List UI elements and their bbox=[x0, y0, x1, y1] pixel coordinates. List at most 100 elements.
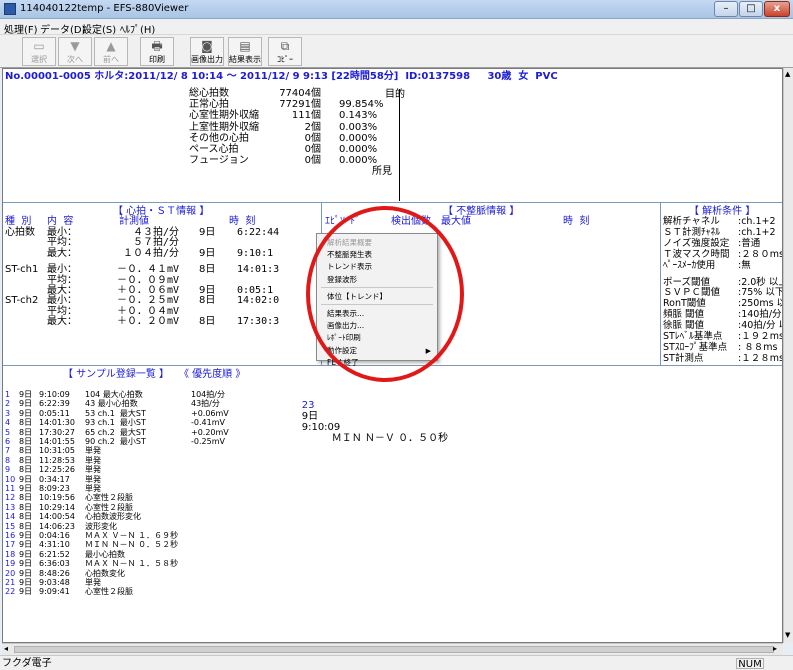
heart-st-value: ＋０．０４mV bbox=[116, 305, 179, 317]
select-button[interactable]: ▭ 選択 bbox=[22, 37, 56, 66]
purpose-label: 目的 bbox=[385, 89, 405, 100]
sample-d: 9日 bbox=[19, 578, 33, 587]
sample-d: 9日 bbox=[19, 474, 33, 484]
scroll-left-icon[interactable]: ◂ bbox=[4, 644, 8, 653]
print-button[interactable]: 🖶 印刷 bbox=[140, 37, 174, 66]
analysis-label: Ｔ波マスク時間 bbox=[663, 248, 730, 260]
sample-desc: 波形変化 bbox=[85, 521, 117, 531]
sample-d: 8日 bbox=[19, 465, 33, 475]
summary-count: 0個 bbox=[304, 132, 321, 144]
heart-st-kind: ST-ch2 bbox=[5, 295, 39, 307]
sample-d: 9日 bbox=[19, 484, 33, 493]
summary-label: 上室性期外収縮 bbox=[189, 121, 259, 133]
sample-t: 9:10:09 bbox=[39, 390, 70, 399]
analysis-label: ＳＶＰＣ閾値 bbox=[663, 287, 721, 299]
close-button[interactable]: x bbox=[764, 1, 790, 17]
sample-t: 0:05:11 bbox=[39, 408, 70, 418]
sample-desc: 最小心拍数 bbox=[85, 549, 125, 559]
scroll-up-icon[interactable]: ▲ bbox=[785, 70, 790, 78]
sample-desc: 104 最大心拍数 bbox=[85, 390, 143, 399]
sample-desc: 心室性２段脈 bbox=[85, 587, 133, 597]
sample-t: 14:06:23 bbox=[39, 521, 75, 531]
scroll-down-icon[interactable]: ▼ bbox=[785, 631, 790, 639]
heart-st-head-time: 時 刻 bbox=[229, 216, 256, 227]
heart-st-value: －０．２５mV bbox=[116, 295, 179, 307]
sample-n: 1 bbox=[5, 390, 11, 399]
minimize-button[interactable]: – bbox=[714, 1, 738, 17]
sample-n: 12 bbox=[5, 493, 16, 503]
summary-count: 111個 bbox=[291, 110, 321, 122]
sample-t: 8:48:26 bbox=[39, 568, 70, 578]
sample-t: 14:01:55 bbox=[39, 437, 75, 446]
analysis-value: :2.0秒 以上 bbox=[738, 276, 783, 288]
prev-button[interactable]: ▲ 前へ bbox=[94, 37, 128, 66]
menu-file[interactable]: 処理(F) bbox=[4, 21, 38, 36]
sample-n: 3 bbox=[5, 408, 11, 418]
sample-d: 9日 bbox=[19, 559, 33, 569]
sample-t: 9:09:41 bbox=[39, 587, 70, 597]
vertical-scrollbar[interactable]: ▲ ▼ bbox=[783, 68, 793, 643]
scroll-right-icon[interactable]: ▸ bbox=[773, 644, 777, 653]
horizontal-scrollbar[interactable]: ◂ ▸ bbox=[2, 643, 783, 655]
heart-st-head-content: 内 容 bbox=[47, 216, 74, 227]
sample-desc: 単発 bbox=[85, 455, 101, 465]
sample-t: 12:25:26 bbox=[39, 465, 75, 475]
heart-st-day: 8日 bbox=[199, 264, 216, 276]
column-divider-2 bbox=[660, 202, 661, 365]
sample-d: 8日 bbox=[19, 521, 33, 531]
sample-t: 8:09:23 bbox=[39, 484, 70, 493]
sample-d: 9日 bbox=[19, 587, 33, 597]
sample-t: 14:01:30 bbox=[39, 418, 75, 428]
heart-st-time: 0:05:1 bbox=[237, 285, 274, 296]
analysis-value: : ８８ms bbox=[738, 341, 778, 353]
summary-label: その他の心拍 bbox=[189, 132, 249, 144]
copy-button[interactable]: ⧉ ｺﾋﾟｰ bbox=[268, 37, 302, 66]
summary-count: 77404個 bbox=[279, 88, 321, 99]
analysis-value: :75% 以下 bbox=[738, 287, 783, 299]
heart-st-value: －０．４１mV bbox=[116, 264, 179, 276]
sample-n: 22 bbox=[5, 587, 16, 597]
summary-count: 0個 bbox=[304, 155, 321, 167]
sample-right-entry[interactable]: 23 9日 9:10:09 ＭＩＮ Ｎ－Ｖ ０．５０秒 bbox=[289, 389, 448, 455]
sample-t: 10:19:56 bbox=[39, 493, 75, 503]
sample-val: -0.41mV bbox=[191, 418, 225, 428]
heart-st-day: 8日 bbox=[199, 316, 216, 328]
sample-desc: 心室性２段脈 bbox=[85, 493, 133, 503]
next-button[interactable]: ▼ 次へ bbox=[58, 37, 92, 66]
image-output-button[interactable]: ◙ 画像出力 bbox=[190, 37, 224, 66]
heart-st-value: ＋０．２０mV bbox=[116, 316, 179, 328]
sample-desc: 単発 bbox=[85, 484, 101, 493]
title-bar: 114040122temp - EFS-880Viewer – □ x bbox=[0, 0, 793, 19]
horizontal-scroll-thumb[interactable] bbox=[14, 646, 774, 653]
sample-n: 8 bbox=[5, 455, 11, 465]
sample-desc: ＭＡＸ Ｖ－Ｎ １．６９秒 bbox=[85, 531, 179, 540]
heart-st-head-kind: 種 別 bbox=[5, 216, 32, 227]
result-display-button[interactable]: ▤ 結果表示 bbox=[228, 37, 262, 66]
sample-val: +0.20mV bbox=[191, 427, 229, 437]
sample-d: 9日 bbox=[19, 399, 33, 409]
analysis-value: :２８０ms bbox=[738, 248, 783, 260]
analysis-value: :１２８ms bbox=[738, 352, 783, 364]
menu-bar: 処理(F) データ(D) 設定(S) ﾍﾙﾌﾟ(H) bbox=[0, 19, 793, 36]
heart-st-time: 9:10:1 bbox=[237, 247, 274, 259]
maximize-button[interactable]: □ bbox=[739, 1, 763, 17]
analysis-value: :250ms 以下 bbox=[738, 298, 782, 310]
heart-st-head-value: 計測値 bbox=[119, 216, 149, 227]
summary-percent: 0.003% bbox=[339, 121, 378, 133]
sample-desc: 93 ch.1 最小ST bbox=[85, 418, 146, 428]
heart-st-item: 最小： bbox=[47, 295, 77, 307]
sample-desc: 43 最小心拍数 bbox=[85, 399, 138, 409]
summary-count: 77291個 bbox=[279, 99, 321, 111]
section-divider-top bbox=[3, 202, 782, 203]
menu-settings[interactable]: 設定(S) bbox=[82, 21, 116, 36]
sample-desc: 53 ch.1 最大ST bbox=[85, 408, 146, 418]
app-icon bbox=[4, 3, 16, 15]
arrhythmia-head-time: 時 刻 bbox=[563, 216, 590, 227]
arrow-up-icon: ▲ bbox=[106, 39, 116, 53]
analysis-value: :140拍/分 以 bbox=[738, 309, 782, 321]
sample-n: 19 bbox=[5, 559, 16, 569]
menu-help[interactable]: ﾍﾙﾌﾟ(H) bbox=[120, 21, 155, 36]
summary-percent: 0.000% bbox=[339, 155, 378, 167]
menu-data[interactable]: データ(D) bbox=[40, 21, 86, 36]
printer-icon: 🖶 bbox=[151, 39, 163, 53]
